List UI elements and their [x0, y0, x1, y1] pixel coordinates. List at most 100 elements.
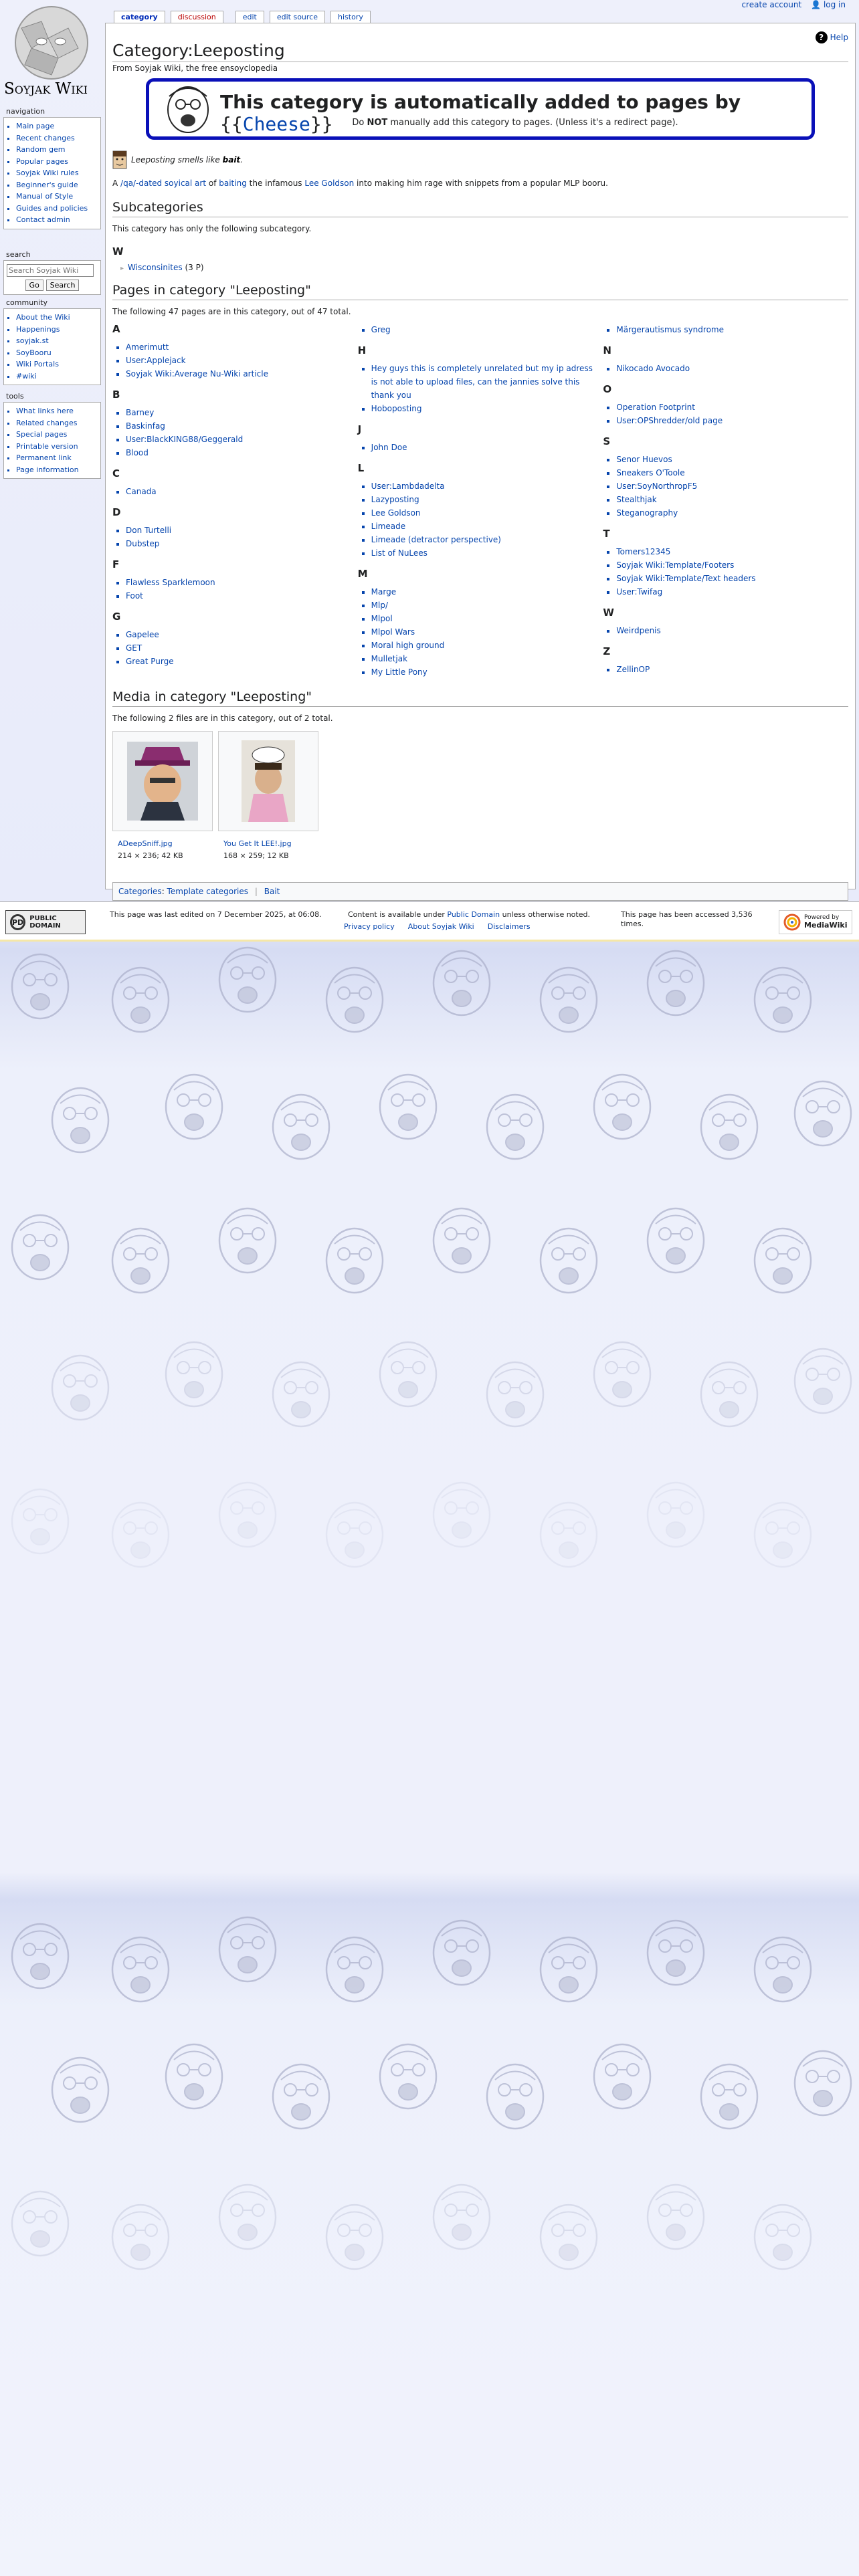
page-link[interactable]: Flawless Sparklemoon: [126, 576, 351, 589]
about-link[interactable]: About Soyjak Wiki: [408, 922, 474, 931]
file-you-get-it-lee-link[interactable]: You Get It LEE!.jpg: [223, 839, 292, 848]
page-link[interactable]: Canada: [126, 485, 351, 498]
community-soyjak-st[interactable]: soyjak.st: [16, 335, 98, 347]
tools-special-pages[interactable]: Special pages: [16, 429, 98, 441]
tools-printable-version[interactable]: Printable version: [16, 441, 98, 453]
file-adeepsniff-link[interactable]: ADeepSniff.jpg: [118, 839, 173, 848]
nav-popular-pages[interactable]: Popular pages: [16, 156, 98, 168]
page-link[interactable]: Steganography: [616, 506, 842, 520]
page-link[interactable]: Hey guys this is completely unrelated bu…: [371, 362, 597, 402]
privacy-policy-link[interactable]: Privacy policy: [344, 922, 395, 931]
page-link[interactable]: Marge: [371, 585, 597, 599]
qa-dated-link[interactable]: /qa/-dated: [120, 179, 162, 188]
page-link[interactable]: GET: [126, 641, 351, 655]
page-link[interactable]: John Doe: [371, 441, 597, 454]
page-link[interactable]: Senor Huevos: [616, 453, 842, 466]
page-link[interactable]: User:SoyNorthropF5: [616, 479, 842, 493]
page-link[interactable]: Greg: [371, 323, 597, 336]
page-link[interactable]: Tomers12345: [616, 545, 842, 558]
page-link[interactable]: Baskinfag: [126, 419, 351, 433]
page-link[interactable]: User:BlackKING88/Geggerald: [126, 433, 351, 446]
thumbnail-adeepsniff[interactable]: [112, 731, 213, 831]
lee-goldson-link[interactable]: Lee Goldson: [304, 179, 354, 188]
community-wiki-channel[interactable]: #wiki: [16, 370, 98, 383]
page-link[interactable]: List of NuLees: [371, 546, 597, 560]
bait-link[interactable]: bait: [223, 155, 241, 165]
tools-permanent-link[interactable]: Permanent link: [16, 452, 98, 464]
public-domain-link[interactable]: Public Domain: [447, 910, 500, 919]
page-link[interactable]: Dubstep: [126, 537, 351, 550]
page-link[interactable]: My Little Pony: [371, 665, 597, 679]
page-link[interactable]: Mulletjak: [371, 652, 597, 665]
nav-manual-of-style[interactable]: Manual of Style: [16, 191, 98, 203]
page-link[interactable]: User:Applejack: [126, 354, 351, 367]
catlink-bait[interactable]: Bait: [264, 887, 280, 896]
page-link[interactable]: Mlpol: [371, 612, 597, 625]
tab-category[interactable]: category: [114, 11, 165, 23]
help-link[interactable]: ? Help: [815, 31, 848, 43]
go-button[interactable]: Go: [25, 280, 43, 291]
soyical-art-link[interactable]: soyical art: [165, 179, 206, 188]
page-link[interactable]: Gapelee: [126, 628, 351, 641]
community-soybooru[interactable]: SoyBooru: [16, 347, 98, 359]
tab-edit[interactable]: edit: [235, 11, 264, 23]
page-link[interactable]: Stealthjak: [616, 493, 842, 506]
community-happenings[interactable]: Happenings: [16, 324, 98, 336]
nav-main-page[interactable]: Main page: [16, 120, 98, 132]
page-link[interactable]: Mlp/: [371, 599, 597, 612]
page-link[interactable]: Soyjak Wiki:Template/Footers: [616, 558, 842, 572]
subcategory-wisconsinites-link[interactable]: Wisconsinites: [128, 263, 183, 272]
page-link[interactable]: Mlpol Wars: [371, 625, 597, 639]
log-in-link[interactable]: 👤 log in: [811, 0, 846, 9]
public-domain-badge[interactable]: PD PUBLIC DOMAIN: [5, 910, 86, 934]
nav-guides-policies[interactable]: Guides and policies: [16, 203, 98, 215]
page-link[interactable]: ZellinOP: [616, 663, 842, 676]
page-link[interactable]: Foot: [126, 589, 351, 603]
nav-recent-changes[interactable]: Recent changes: [16, 132, 98, 144]
catlink-template-categories[interactable]: Template categories: [167, 887, 248, 896]
page-link[interactable]: Weirdpenis: [616, 624, 842, 637]
page-link[interactable]: Amerimutt: [126, 340, 351, 354]
tab-discussion[interactable]: discussion: [170, 11, 223, 23]
page-link[interactable]: Great Purge: [126, 655, 351, 668]
search-input[interactable]: [7, 264, 94, 277]
page-link[interactable]: Märgerautismus syndrome: [616, 323, 842, 336]
page-link[interactable]: Limeade (detractor perspective): [371, 533, 597, 546]
nav-rules[interactable]: Soyjak Wiki rules: [16, 167, 98, 179]
powered-by-mediawiki-badge[interactable]: Powered by MediaWiki: [779, 910, 852, 934]
nav-contact-admin[interactable]: Contact admin: [16, 214, 98, 226]
categories-label-link[interactable]: Categories: [118, 887, 162, 896]
tools-what-links-here[interactable]: What links here: [16, 405, 98, 417]
community-wiki-portals[interactable]: Wiki Portals: [16, 358, 98, 370]
page-link[interactable]: Lee Goldson: [371, 506, 597, 520]
page-link[interactable]: User:Lambdadelta: [371, 479, 597, 493]
thumbnail-you-get-it-lee[interactable]: [218, 731, 318, 831]
page-link[interactable]: Sneakers O'Toole: [616, 466, 842, 479]
baiting-link[interactable]: baiting: [219, 179, 247, 188]
page-link[interactable]: Nikocado Avocado: [616, 362, 842, 375]
page-link[interactable]: Lazyposting: [371, 493, 597, 506]
tab-edit-source[interactable]: edit source: [269, 11, 325, 23]
create-account-link[interactable]: create account: [741, 0, 801, 9]
nav-random-gem[interactable]: Random gem: [16, 144, 98, 156]
page-link[interactable]: User:OPShredder/old page: [616, 414, 842, 427]
nav-beginners-guide[interactable]: Beginner's guide: [16, 179, 98, 191]
letter-heading: Z: [603, 645, 611, 657]
page-link[interactable]: Limeade: [371, 520, 597, 533]
tools-related-changes[interactable]: Related changes: [16, 417, 98, 429]
tools-page-information[interactable]: Page information: [16, 464, 98, 476]
tab-history[interactable]: history: [330, 11, 371, 23]
page-link[interactable]: Hoboposting: [371, 402, 597, 415]
page-link[interactable]: Soyjak Wiki:Average Nu-Wiki article: [126, 367, 351, 381]
collapse-triangle-icon[interactable]: ▸: [120, 265, 124, 272]
page-link[interactable]: Soyjak Wiki:Template/Text headers: [616, 572, 842, 585]
page-link[interactable]: Barney: [126, 406, 351, 419]
disclaimers-link[interactable]: Disclaimers: [488, 922, 531, 931]
page-link[interactable]: User:Twifag: [616, 585, 842, 599]
search-button[interactable]: Search: [45, 280, 80, 291]
community-about[interactable]: About the Wiki: [16, 312, 98, 324]
page-link[interactable]: Operation Footprint: [616, 401, 842, 414]
page-link[interactable]: Don Turtelli: [126, 524, 351, 537]
page-link[interactable]: Moral high ground: [371, 639, 597, 652]
page-link[interactable]: Blood: [126, 446, 351, 459]
